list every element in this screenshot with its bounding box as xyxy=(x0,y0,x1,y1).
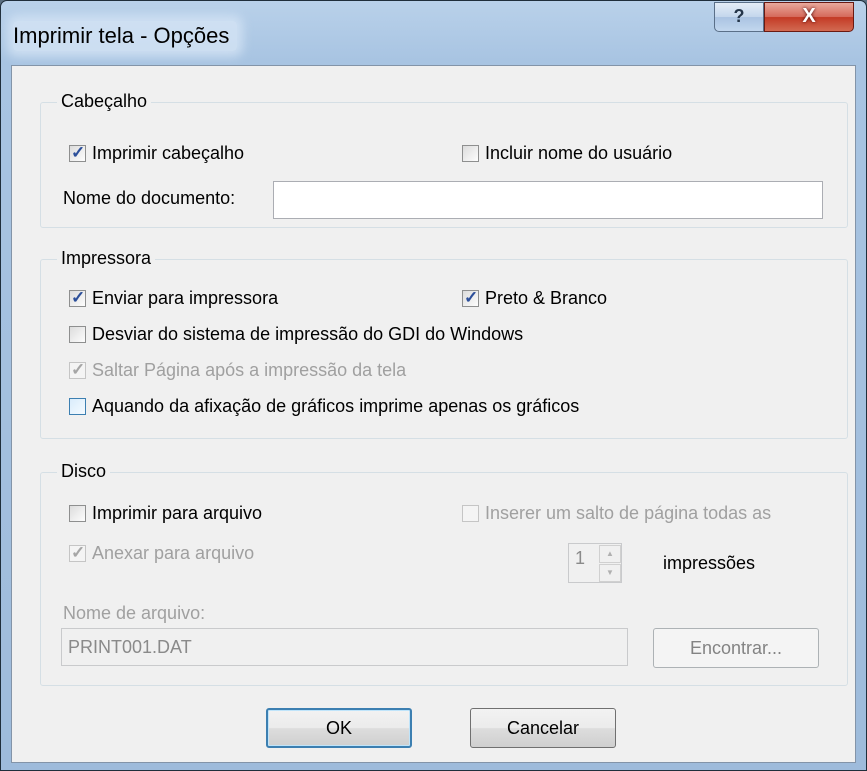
bypass-gdi-label: Desviar do sistema de impressão do GDI d… xyxy=(92,324,524,344)
graphics-only-checkbox[interactable]: Aquando da afixação de gráficos imprime … xyxy=(69,396,579,417)
dialog-window: Imprimir tela - Opções ? X Cabeçalho Imp… xyxy=(0,0,867,771)
append-to-file-checkbox[interactable]: Anexar para arquivo xyxy=(69,543,254,564)
spinner-up-icon[interactable]: ▲ xyxy=(599,545,621,563)
bypass-gdi-check-box[interactable] xyxy=(69,326,86,343)
title-bar[interactable]: Imprimir tela - Opções ? X xyxy=(1,1,866,65)
insert-break-checkbox[interactable]: Inserer um salto de página todas as xyxy=(462,503,771,524)
append-to-file-label: Anexar para arquivo xyxy=(92,543,255,563)
include-user-label: Incluir nome do usuário xyxy=(485,143,673,163)
print-header-checkbox[interactable]: Imprimir cabeçalho xyxy=(69,143,244,164)
file-name-input[interactable]: PRINT001.DAT xyxy=(61,628,628,666)
cancel-button[interactable]: Cancelar xyxy=(470,708,616,748)
close-button[interactable]: X xyxy=(764,2,854,32)
help-button[interactable]: ? xyxy=(714,2,764,32)
insert-break-label: Inserer um salto de página todas as xyxy=(485,503,772,523)
black-white-label: Preto & Branco xyxy=(485,288,608,308)
page-break-label: Saltar Página após a impressão da tela xyxy=(92,360,407,380)
black-white-checkbox[interactable]: Preto & Branco xyxy=(462,288,607,309)
doc-name-label: Nome do documento: xyxy=(63,188,236,208)
disk-group-title: Disco xyxy=(57,461,111,482)
dialog-content: Cabeçalho Imprimir cabeçalho Incluir nom… xyxy=(11,65,856,763)
send-to-printer-check-box[interactable] xyxy=(69,288,86,308)
send-to-printer-label: Enviar para impressora xyxy=(92,288,279,308)
print-header-label: Imprimir cabeçalho xyxy=(92,143,245,163)
print-to-file-label: Imprimir para arquivo xyxy=(92,503,263,523)
bypass-gdi-checkbox[interactable]: Desviar do sistema de impressão do GDI d… xyxy=(69,324,523,345)
spinner-down-icon[interactable]: ▼ xyxy=(599,564,621,582)
spinner-value: 1 xyxy=(575,548,586,568)
print-to-file-checkbox[interactable]: Imprimir para arquivo xyxy=(69,503,262,524)
find-button[interactable]: Encontrar... xyxy=(653,628,819,668)
window-title: Imprimir tela - Opções xyxy=(13,21,238,51)
append-to-file-check-box[interactable] xyxy=(69,543,86,563)
header-group: Cabeçalho Imprimir cabeçalho Incluir nom… xyxy=(40,91,848,228)
file-name-label: Nome de arquivo: xyxy=(63,603,206,623)
send-to-printer-checkbox[interactable]: Enviar para impressora xyxy=(69,288,278,309)
page-break-checkbox[interactable]: Saltar Página após a impressão da tela xyxy=(69,360,406,381)
include-user-checkbox[interactable]: Incluir nome do usuário xyxy=(462,143,672,164)
page-break-check-box[interactable] xyxy=(69,360,86,380)
insert-break-check-box[interactable] xyxy=(462,505,479,522)
black-white-check-box[interactable] xyxy=(462,288,479,308)
print-header-check-box[interactable] xyxy=(69,143,86,163)
impressions-label: impressões xyxy=(663,553,756,573)
ok-button[interactable]: OK xyxy=(266,708,412,748)
graphics-only-label: Aquando da afixação de gráficos imprime … xyxy=(92,396,580,416)
doc-name-input[interactable] xyxy=(273,181,823,219)
include-user-check-box[interactable] xyxy=(462,145,479,162)
graphics-only-check-box[interactable] xyxy=(69,398,86,415)
page-count-spinner[interactable]: 1 ▲ ▼ xyxy=(568,543,622,583)
disk-group: Disco Imprimir para arquivo Inserer um s… xyxy=(40,461,848,686)
printer-group: Impressora Enviar para impressora Preto … xyxy=(40,248,848,439)
printer-group-title: Impressora xyxy=(57,248,156,269)
header-group-title: Cabeçalho xyxy=(57,91,152,112)
print-to-file-check-box[interactable] xyxy=(69,505,86,522)
